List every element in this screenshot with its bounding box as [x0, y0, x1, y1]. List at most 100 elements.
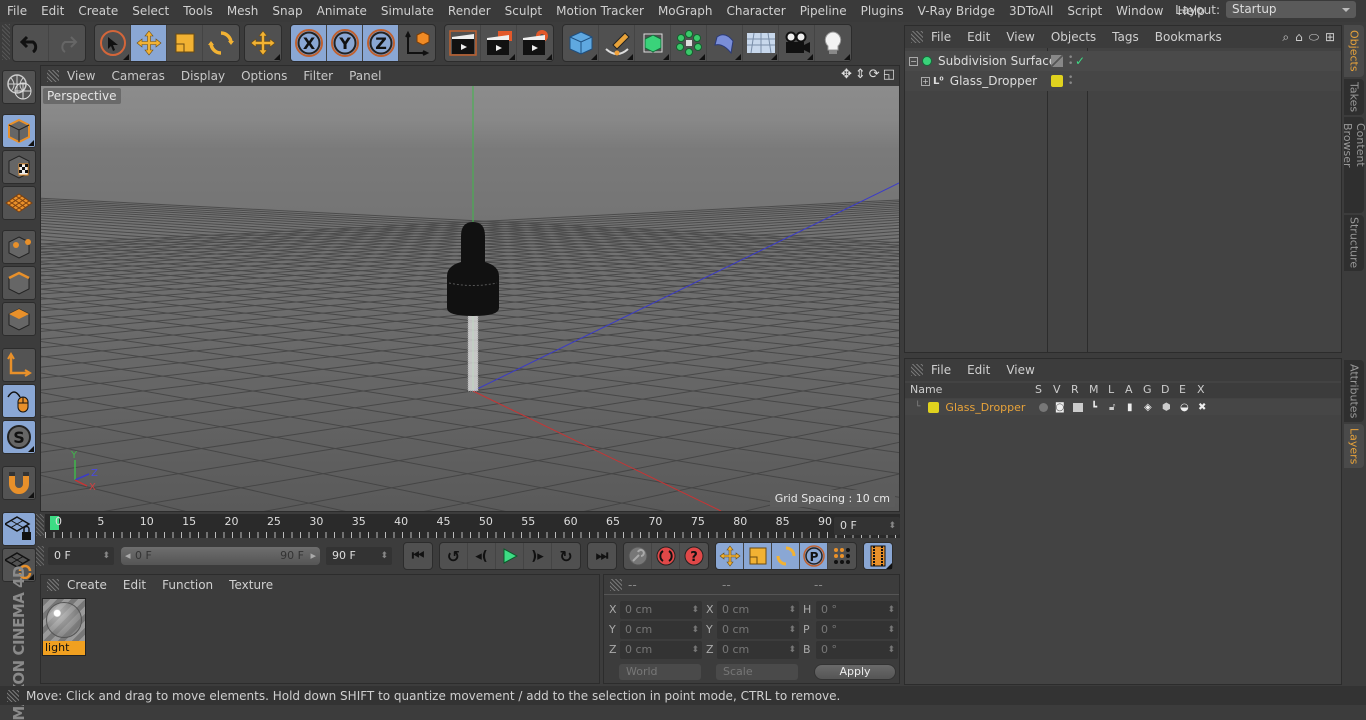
lock-toggle-icon[interactable]: 🔓︎: [1109, 402, 1115, 413]
column-visible[interactable]: V: [1053, 383, 1061, 396]
object-row-glass-dropper[interactable]: + L⁰ Glass_Dropper • •: [905, 71, 1341, 91]
link-icon[interactable]: ⬭: [1309, 30, 1319, 45]
record-keys-button[interactable]: [624, 543, 652, 569]
solo-toggle-icon[interactable]: [1039, 402, 1048, 412]
previous-key-button[interactable]: ↺: [440, 543, 468, 569]
column-animation[interactable]: A: [1125, 383, 1133, 396]
key-pla-button[interactable]: [828, 543, 856, 569]
axis-mode-button[interactable]: [2, 348, 36, 382]
y-axis-lock-button[interactable]: Y: [327, 25, 363, 61]
rotate-tool-button[interactable]: [203, 25, 239, 61]
current-frame-field[interactable]: 0 F: [834, 517, 900, 535]
toggle-layout-icon[interactable]: ◱: [883, 67, 895, 82]
menu-window[interactable]: Window: [1109, 4, 1170, 18]
z-axis-lock-button[interactable]: Z: [363, 25, 399, 61]
tab-content-browser[interactable]: Content Browser: [1341, 117, 1366, 213]
render-view-button[interactable]: [445, 25, 481, 61]
menu-create[interactable]: Create: [71, 4, 125, 18]
coordinate-system-button[interactable]: [399, 25, 435, 61]
subdivision-button[interactable]: [635, 25, 671, 61]
start-frame-field[interactable]: 0 F: [48, 547, 114, 565]
render-toggle-icon[interactable]: [1073, 402, 1083, 412]
object-name[interactable]: Glass_Dropper: [950, 74, 1037, 88]
column-expressions[interactable]: E: [1179, 383, 1186, 396]
column-name[interactable]: Name: [910, 383, 942, 396]
enabled-check-icon[interactable]: ✓: [1075, 54, 1085, 68]
tab-takes[interactable]: Takes: [1344, 79, 1364, 115]
material-menu-edit[interactable]: Edit: [115, 578, 154, 592]
cloner-button[interactable]: [671, 25, 707, 61]
column-deformers[interactable]: D: [1161, 383, 1169, 396]
key-position-button[interactable]: [716, 543, 744, 569]
animation-toggle-icon[interactable]: ▮: [1127, 402, 1133, 413]
viewport-menu-cameras[interactable]: Cameras: [103, 69, 172, 83]
menu-tools[interactable]: Tools: [176, 4, 220, 18]
layer-swatch[interactable]: [1051, 55, 1063, 67]
menu-plugins[interactable]: Plugins: [854, 4, 911, 18]
make-editable-button[interactable]: [2, 70, 36, 104]
cube-button[interactable]: [563, 25, 599, 61]
transport-grip[interactable]: [36, 546, 44, 566]
objects-menu-view[interactable]: View: [998, 30, 1042, 44]
size-y-field[interactable]: 0 cm: [717, 621, 799, 639]
move-tool-button[interactable]: [131, 25, 167, 61]
menu-file[interactable]: File: [0, 4, 34, 18]
scale-tool-button[interactable]: [167, 25, 203, 61]
viewport-menu-options[interactable]: Options: [233, 69, 295, 83]
pos-z-field[interactable]: 0 cm: [620, 641, 702, 659]
camera-label[interactable]: Perspective: [43, 88, 121, 104]
new-window-icon[interactable]: ⊞: [1325, 30, 1335, 45]
viewport-menu-filter[interactable]: Filter: [295, 69, 341, 83]
lock-workplane-button[interactable]: [2, 512, 36, 546]
recent-tool-button[interactable]: [245, 25, 281, 61]
home-icon[interactable]: ⌂: [1295, 30, 1303, 45]
menu-mesh[interactable]: Mesh: [220, 4, 266, 18]
viewport-menu-panel[interactable]: Panel: [341, 69, 389, 83]
next-frame-button[interactable]: )▸: [524, 543, 552, 569]
column-locked[interactable]: L: [1108, 383, 1114, 396]
visibility-dots-icon[interactable]: • •: [1068, 54, 1073, 69]
generators-toggle-icon[interactable]: ◈: [1144, 402, 1152, 413]
menu-select[interactable]: Select: [125, 4, 176, 18]
render-settings-button[interactable]: [517, 25, 553, 61]
key-scale-button[interactable]: [744, 543, 772, 569]
play-button[interactable]: [496, 543, 524, 569]
menu-snap[interactable]: Snap: [265, 4, 309, 18]
column-generators[interactable]: G: [1143, 383, 1152, 396]
live-selection-button[interactable]: [95, 25, 131, 61]
apply-button[interactable]: Apply: [814, 664, 896, 680]
layers-menu-file[interactable]: File: [923, 363, 959, 377]
size-z-field[interactable]: 0 cm: [717, 641, 799, 659]
solo-button[interactable]: S: [2, 420, 36, 454]
manager-toggle-icon[interactable]: ┗: [1091, 402, 1097, 413]
previous-frame-button[interactable]: ◂(: [468, 543, 496, 569]
next-key-button[interactable]: ↻: [552, 543, 580, 569]
panel-grip[interactable]: [610, 579, 622, 591]
timeline-ruler[interactable]: 0 5 10 15 20 25 30 35 40 45 50 55 60 65 70 75 80 85 90: [45, 514, 900, 538]
menu-pipeline[interactable]: Pipeline: [793, 4, 854, 18]
texture-mode-button[interactable]: [2, 150, 36, 184]
material-item[interactable]: light: [42, 598, 86, 656]
size-x-field[interactable]: 0 cm: [717, 601, 799, 619]
panel-grip[interactable]: [911, 364, 923, 376]
xref-toggle-icon[interactable]: ✖: [1198, 402, 1206, 413]
layers-menu-edit[interactable]: Edit: [959, 363, 998, 377]
material-menu-texture[interactable]: Texture: [221, 578, 281, 592]
menu-vray-bridge[interactable]: V-Ray Bridge: [911, 4, 1002, 18]
model-mode-button[interactable]: [2, 114, 36, 148]
tree-collapse-icon[interactable]: −: [909, 56, 918, 66]
menu-animate[interactable]: Animate: [310, 4, 374, 18]
layer-swatch[interactable]: [1051, 75, 1063, 87]
autokeying-button[interactable]: [652, 543, 680, 569]
pen-spline-button[interactable]: [599, 25, 635, 61]
transform-mode-dropdown[interactable]: Scale: [716, 664, 798, 680]
layer-row[interactable]: └ Glass_Dropper ◙ ┗ 🔓︎ ▮ ◈ ⬢ ◒ ✖: [905, 399, 1341, 415]
go-to-start-button[interactable]: ⏮: [404, 543, 432, 569]
orbit-view-icon[interactable]: ⟳: [869, 67, 880, 82]
rot-h-field[interactable]: 0 °: [816, 601, 898, 619]
objects-menu-tags[interactable]: Tags: [1104, 30, 1147, 44]
object-row-subdivision[interactable]: − Subdivision Surface • • ✓: [905, 51, 1341, 71]
snap-button[interactable]: [2, 466, 36, 500]
viewport-canvas[interactable]: Perspective Y Z X Grid Spacing : 10 cm: [41, 86, 899, 511]
column-manager[interactable]: M: [1089, 383, 1099, 396]
